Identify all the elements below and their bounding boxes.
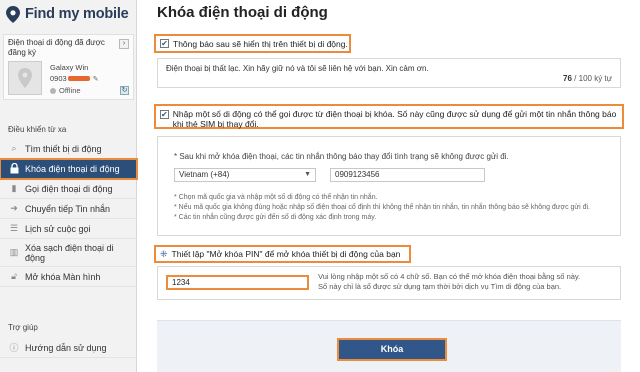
pin-label: Thiết lập "Mở khóa PIN" để mở khóa thiết… — [171, 249, 401, 259]
forward-icon: ➜ — [10, 203, 18, 213]
notify-message-field[interactable]: Điện thoại bị thất lạc. Xin hãy giữ nó v… — [157, 58, 621, 88]
brand-name: Find my mobile — [25, 6, 129, 22]
phone-number-input[interactable]: 0909123456 — [330, 168, 485, 182]
device-thumbnail — [8, 61, 42, 95]
contact-note-item: * Nếu mã quốc gia không đúng hoặc nhập s… — [174, 204, 590, 211]
sidebar-item-forward-messages[interactable]: ➜ Chuyển tiếp Tin nhắn — [0, 199, 137, 219]
redacted-number — [67, 76, 90, 81]
sidebar-item-user-guide[interactable]: ⓘ Hướng dẫn sử dụng — [0, 338, 137, 358]
device-number: 0903 ✎ — [50, 74, 99, 83]
contact-note: * Sau khi mở khóa điện thoại, các tin nh… — [174, 152, 509, 161]
char-count-suffix: / 100 ký tự — [574, 74, 612, 83]
trash-icon: ▥ — [9, 247, 19, 257]
notify-checkbox[interactable]: ✔ — [160, 39, 169, 48]
sidebar-item-call-log[interactable]: ☰ Lịch sử cuộc gọi — [0, 219, 137, 239]
sidebar-item-find-device[interactable]: ⌕ Tìm thiết bị di động — [0, 139, 137, 159]
sidebar-item-lock-phone[interactable]: Khóa điện thoại di động — [0, 158, 138, 180]
pin-unlock-option: ⁜ Thiết lập "Mở khóa PIN" để mở khóa thi… — [154, 245, 411, 263]
page-title: Khóa điện thoại di động — [157, 4, 328, 21]
sidebar-item-wipe-phone[interactable]: ▥ Xóa sạch điện thoại di động — [0, 239, 137, 267]
brand-logo[interactable]: Find my mobile — [6, 3, 129, 25]
notify-label: Thông báo sau sẽ hiển thị trên thiết bị … — [173, 38, 348, 49]
device-status-label: Offline — [59, 86, 81, 95]
contact-checkbox[interactable]: ✔ — [160, 110, 169, 119]
registered-device-title: Điện thoại di động đã được đăng ký — [8, 38, 105, 57]
edit-icon[interactable]: ✎ — [93, 75, 99, 83]
notify-message-option[interactable]: ✔ Thông báo sau sẽ hiển thị trên thiết b… — [154, 34, 351, 53]
pin-note: Vui lòng nhập một số có 4 chữ số. Bạn có… — [318, 272, 580, 292]
location-pin-icon — [6, 5, 20, 23]
section-remote-control: Điều khiển từ xa — [8, 125, 67, 134]
contact-note-item: * Chọn mã quốc gia và nhập một số di độn… — [174, 194, 378, 201]
contact-number-option[interactable]: ✔ Nhập một số di động có thể gọi được từ… — [154, 104, 624, 129]
registered-device-panel: Điện thoại di động đã được đăng ký › Gal… — [3, 34, 134, 100]
country-select-value: Vietnam (+84) — [179, 170, 230, 179]
contact-notes: * Chọn mã quốc gia và nhập một số di độn… — [174, 193, 590, 223]
notify-message-text: Điện thoại bị thất lạc. Xin hãy giữ nó v… — [166, 64, 429, 73]
country-select[interactable]: Vietnam (+84) ▼ — [174, 168, 316, 182]
help-nav: ⓘ Hướng dẫn sử dụng — [0, 338, 137, 358]
chevron-down-icon: ▼ — [304, 171, 311, 178]
lock-button[interactable]: Khóa — [337, 338, 447, 361]
device-number-prefix: 0903 — [50, 74, 67, 83]
lock-icon — [8, 163, 20, 175]
search-icon: ⌕ — [11, 143, 17, 153]
pin-panel: 1234 Vui lòng nhập một số có 4 chữ số. B… — [157, 266, 621, 300]
phone-icon: ▮ — [11, 183, 17, 193]
pin-input[interactable]: 1234 — [166, 275, 309, 290]
unlock-icon: 🔓︎ — [11, 271, 17, 281]
list-icon: ☰ — [9, 223, 19, 233]
contact-note-item: * Các tin nhắn cũng được gửi đến số di đ… — [174, 214, 377, 221]
device-status: Offline — [50, 86, 81, 95]
char-counter: 76 / 100 ký tự — [563, 74, 612, 83]
contact-panel: * Sau khi mở khóa điện thoại, các tin nh… — [157, 136, 621, 236]
remote-nav: ⌕ Tìm thiết bị di động Khóa điện thoại d… — [0, 139, 138, 287]
device-name: Galaxy Win — [50, 63, 89, 72]
contact-label: Nhập một số di động có thể gọi được từ đ… — [172, 109, 617, 129]
location-pin-icon — [18, 68, 32, 88]
pin-settings-icon: ⁜ — [160, 248, 168, 259]
sidebar-item-call-phone[interactable]: ▮ Gọi điện thoại di động — [0, 179, 137, 199]
pin-note-line: Số này chỉ là số được sử dụng tạm thời b… — [318, 282, 562, 291]
sidebar: Find my mobile Điện thoại di động đã đượ… — [0, 0, 138, 372]
char-count: 76 — [563, 74, 572, 83]
pin-note-line: Vui lòng nhập một số có 4 chữ số. Bạn có… — [318, 272, 581, 281]
section-help: Trợ giúp — [8, 323, 38, 332]
refresh-icon[interactable]: ↻ — [120, 86, 129, 95]
info-icon: ⓘ — [9, 343, 19, 353]
status-dot-icon — [50, 87, 56, 94]
sidebar-item-unlock-screen[interactable]: 🔓︎ Mở khóa Màn hình — [0, 267, 137, 287]
chevron-right-icon[interactable]: › — [119, 39, 129, 49]
